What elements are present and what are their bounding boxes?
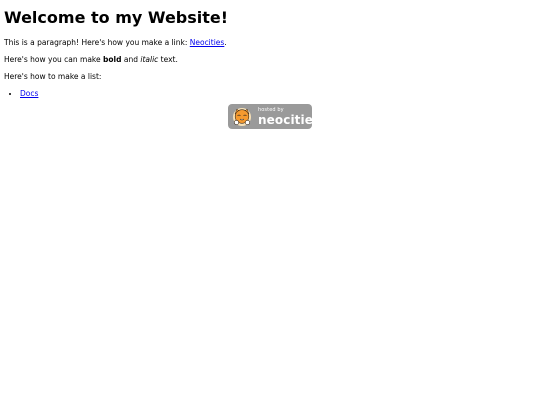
page-title: Welcome to my Website! — [4, 8, 229, 27]
paragraph-text: and — [121, 55, 141, 64]
paragraph-text: This is a paragraph! Here's how you make… — [4, 38, 190, 47]
cat-mascot-icon — [232, 107, 252, 127]
bold-text: bold — [103, 55, 122, 64]
paragraph-link: This is a paragraph! Here's how you make… — [4, 38, 536, 47]
docs-link[interactable]: Docs — [20, 89, 38, 98]
paragraph-suffix: text. — [158, 55, 178, 64]
paragraph-list-intro: Here's how to make a list: — [4, 72, 102, 81]
neocities-badge[interactable]: hosted by neocities — [228, 104, 320, 129]
paragraph-text: Here's how you can make — [4, 55, 103, 64]
paragraph-formatting: Here's how you can make bold and italic … — [4, 55, 536, 64]
list-item: Docs — [20, 89, 536, 98]
paragraph-suffix: . — [224, 38, 227, 47]
neocities-link[interactable]: Neocities — [190, 38, 225, 47]
badge-container: hosted by neocities — [4, 104, 536, 129]
badge-big-text: neocities — [258, 112, 321, 127]
page: Welcome to my Website! This is a paragra… — [0, 0, 540, 405]
badge-text: hosted by neocities — [258, 106, 321, 127]
italic-text: italic — [140, 55, 159, 64]
bullet-list: Docs — [4, 89, 536, 98]
badge-small-text: hosted by — [258, 106, 284, 113]
